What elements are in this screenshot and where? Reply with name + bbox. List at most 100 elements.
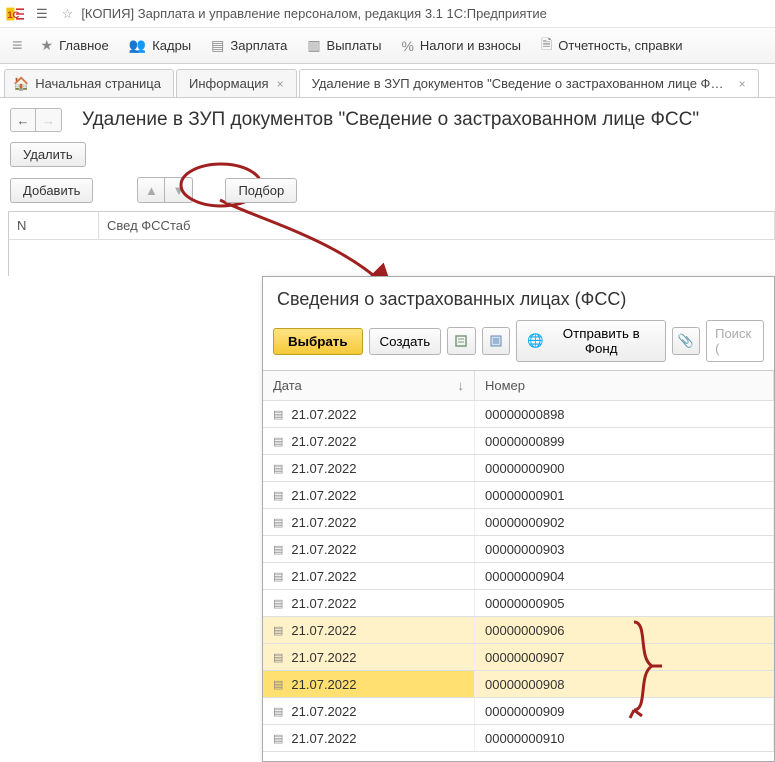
cell-number: 00000000899 (475, 428, 774, 454)
tab-home[interactable]: 🏠 Начальная страница (4, 69, 174, 97)
cell-number: 00000000900 (475, 455, 774, 481)
table-row[interactable]: ▤21.07.202200000000908 (263, 671, 774, 698)
document-icon: ▤ (273, 705, 283, 718)
tab-label: Начальная страница (35, 76, 161, 91)
cell-date: ▤21.07.2022 (263, 725, 475, 751)
table-row[interactable]: ▤21.07.202200000000906 (263, 617, 774, 644)
tabstrip: 🏠 Начальная страница Информация × Удален… (0, 64, 775, 98)
send-label: Отправить в Фонд (548, 326, 655, 356)
page-title: Удаление в ЗУП документов "Сведение о за… (82, 109, 699, 131)
table-row[interactable]: ▤21.07.202200000000903 (263, 536, 774, 563)
app-title: [КОПИЯ] Зарплата и управление персоналом… (81, 6, 547, 21)
list-mode-button[interactable] (482, 327, 511, 355)
delete-button[interactable]: Удалить (10, 142, 86, 167)
col-number[interactable]: Номер (475, 371, 774, 400)
modal-fss-picker: Сведения о застрахованных лицах (ФСС) Вы… (262, 276, 775, 762)
move-up-button[interactable]: ▲ (137, 177, 165, 203)
col-n[interactable]: N (9, 212, 99, 239)
document-icon: ▤ (273, 408, 283, 421)
document-icon: ▤ (273, 624, 283, 637)
nav-back-forward: ← → (10, 108, 62, 132)
col-date[interactable]: Дата ↓ (263, 371, 475, 400)
document-icon: ▤ (273, 570, 283, 583)
nav-reports[interactable]: 🗎 Отчетность, справки (531, 28, 693, 63)
table-row[interactable]: ▤21.07.202200000000901 (263, 482, 774, 509)
nav-taxes[interactable]: % Налоги и взносы (391, 28, 531, 63)
cell-date: ▤21.07.2022 (263, 563, 475, 589)
add-button[interactable]: Добавить (10, 178, 93, 203)
tab-delete-docs[interactable]: Удаление в ЗУП документов "Сведение о за… (299, 69, 759, 97)
cell-number: 00000000902 (475, 509, 774, 535)
table-row[interactable]: ▤21.07.202200000000907 (263, 644, 774, 671)
cell-date: ▤21.07.2022 (263, 698, 475, 724)
cell-number: 00000000909 (475, 698, 774, 724)
table-row[interactable]: ▤21.07.202200000000899 (263, 428, 774, 455)
nav-payments[interactable]: ▥ Выплаты (297, 28, 391, 63)
tab-label: Удаление в ЗУП документов "Сведение о за… (312, 76, 731, 91)
document-icon: ▤ (273, 678, 283, 691)
document-icon: ▤ (273, 435, 283, 448)
attach-button[interactable]: 📎 (672, 327, 701, 355)
cell-number: 00000000907 (475, 644, 774, 670)
favorite-icon[interactable]: ☆ (62, 6, 74, 22)
document-icon: ▤ (273, 543, 283, 556)
cell-date: ▤21.07.2022 (263, 671, 475, 697)
cell-number: 00000000906 (475, 617, 774, 643)
tab-info[interactable]: Информация × (176, 69, 297, 97)
cell-date: ▤21.07.2022 (263, 482, 475, 508)
cell-date: ▤21.07.2022 (263, 509, 475, 535)
find-by-number-button[interactable] (447, 327, 476, 355)
nav-main[interactable]: ★ Главное (31, 28, 119, 63)
document-icon: ▤ (273, 597, 283, 610)
modal-grid: Дата ↓ Номер ▤21.07.202200000000898▤21.0… (263, 370, 774, 761)
cell-number: 00000000904 (475, 563, 774, 589)
back-button[interactable]: ← (10, 108, 36, 132)
grid-header: Дата ↓ Номер (263, 371, 774, 401)
nav-personnel[interactable]: 👥 Кадры (119, 28, 201, 63)
nav-label: Кадры (152, 38, 191, 53)
move-up-down: ▲ ▼ (137, 177, 193, 203)
document-icon: ▤ (273, 462, 283, 475)
close-icon[interactable]: × (277, 77, 284, 91)
globe-icon: 🌐 (527, 333, 544, 349)
titlebar: 1С ☰ ☆ [КОПИЯ] Зарплата и управление пер… (0, 0, 775, 28)
move-down-button[interactable]: ▼ (165, 177, 193, 203)
document-icon: ▤ (273, 732, 283, 745)
table-row[interactable]: ▤21.07.202200000000902 (263, 509, 774, 536)
close-icon[interactable]: × (739, 77, 746, 91)
money-icon: ▤ (211, 37, 224, 54)
cell-number: 00000000901 (475, 482, 774, 508)
table-row[interactable]: ▤21.07.202200000000900 (263, 455, 774, 482)
forward-button[interactable]: → (36, 108, 62, 132)
table-row[interactable]: ▤21.07.202200000000909 (263, 698, 774, 725)
sections-menu-icon[interactable]: ≡ (4, 35, 31, 56)
col-svedfss[interactable]: Свед ФССтаб (99, 212, 775, 239)
modal-toolbar: Выбрать Создать 🌐 Отправить в Фонд 📎 Пои… (263, 320, 774, 370)
select-button[interactable]: Выбрать (273, 328, 363, 355)
search-input[interactable]: Поиск ( (706, 320, 764, 362)
table-row[interactable]: ▤21.07.202200000000898 (263, 401, 774, 428)
selection-button[interactable]: Подбор (225, 178, 297, 203)
document-icon: ▤ (273, 489, 283, 502)
sort-asc-icon: ↓ (458, 378, 465, 393)
star-icon: ★ (41, 37, 54, 54)
nav-label: Отчетность, справки (558, 38, 682, 53)
outer-table: N Свед ФССтаб (8, 211, 775, 276)
cell-date: ▤21.07.2022 (263, 428, 475, 454)
table-row[interactable]: ▤21.07.202200000000905 (263, 590, 774, 617)
nav-salary[interactable]: ▤ Зарплата (201, 28, 297, 63)
table-row[interactable]: ▤21.07.202200000000904 (263, 563, 774, 590)
cell-date: ▤21.07.2022 (263, 455, 475, 481)
nav-label: Главное (59, 38, 109, 53)
table-row[interactable]: ▤21.07.202200000000910 (263, 725, 774, 752)
send-to-fund-button[interactable]: 🌐 Отправить в Фонд (516, 320, 665, 362)
percent-icon: % (401, 38, 413, 54)
menu-icon[interactable]: ☰ (36, 6, 48, 22)
cell-date: ▤21.07.2022 (263, 617, 475, 643)
doc-icon: 🗎 (541, 34, 552, 58)
cell-number: 00000000898 (475, 401, 774, 427)
create-button[interactable]: Создать (369, 328, 442, 355)
nav-label: Зарплата (230, 38, 287, 53)
cell-number: 00000000905 (475, 590, 774, 616)
main-toolbar: ≡ ★ Главное 👥 Кадры ▤ Зарплата ▥ Выплаты… (0, 28, 775, 64)
